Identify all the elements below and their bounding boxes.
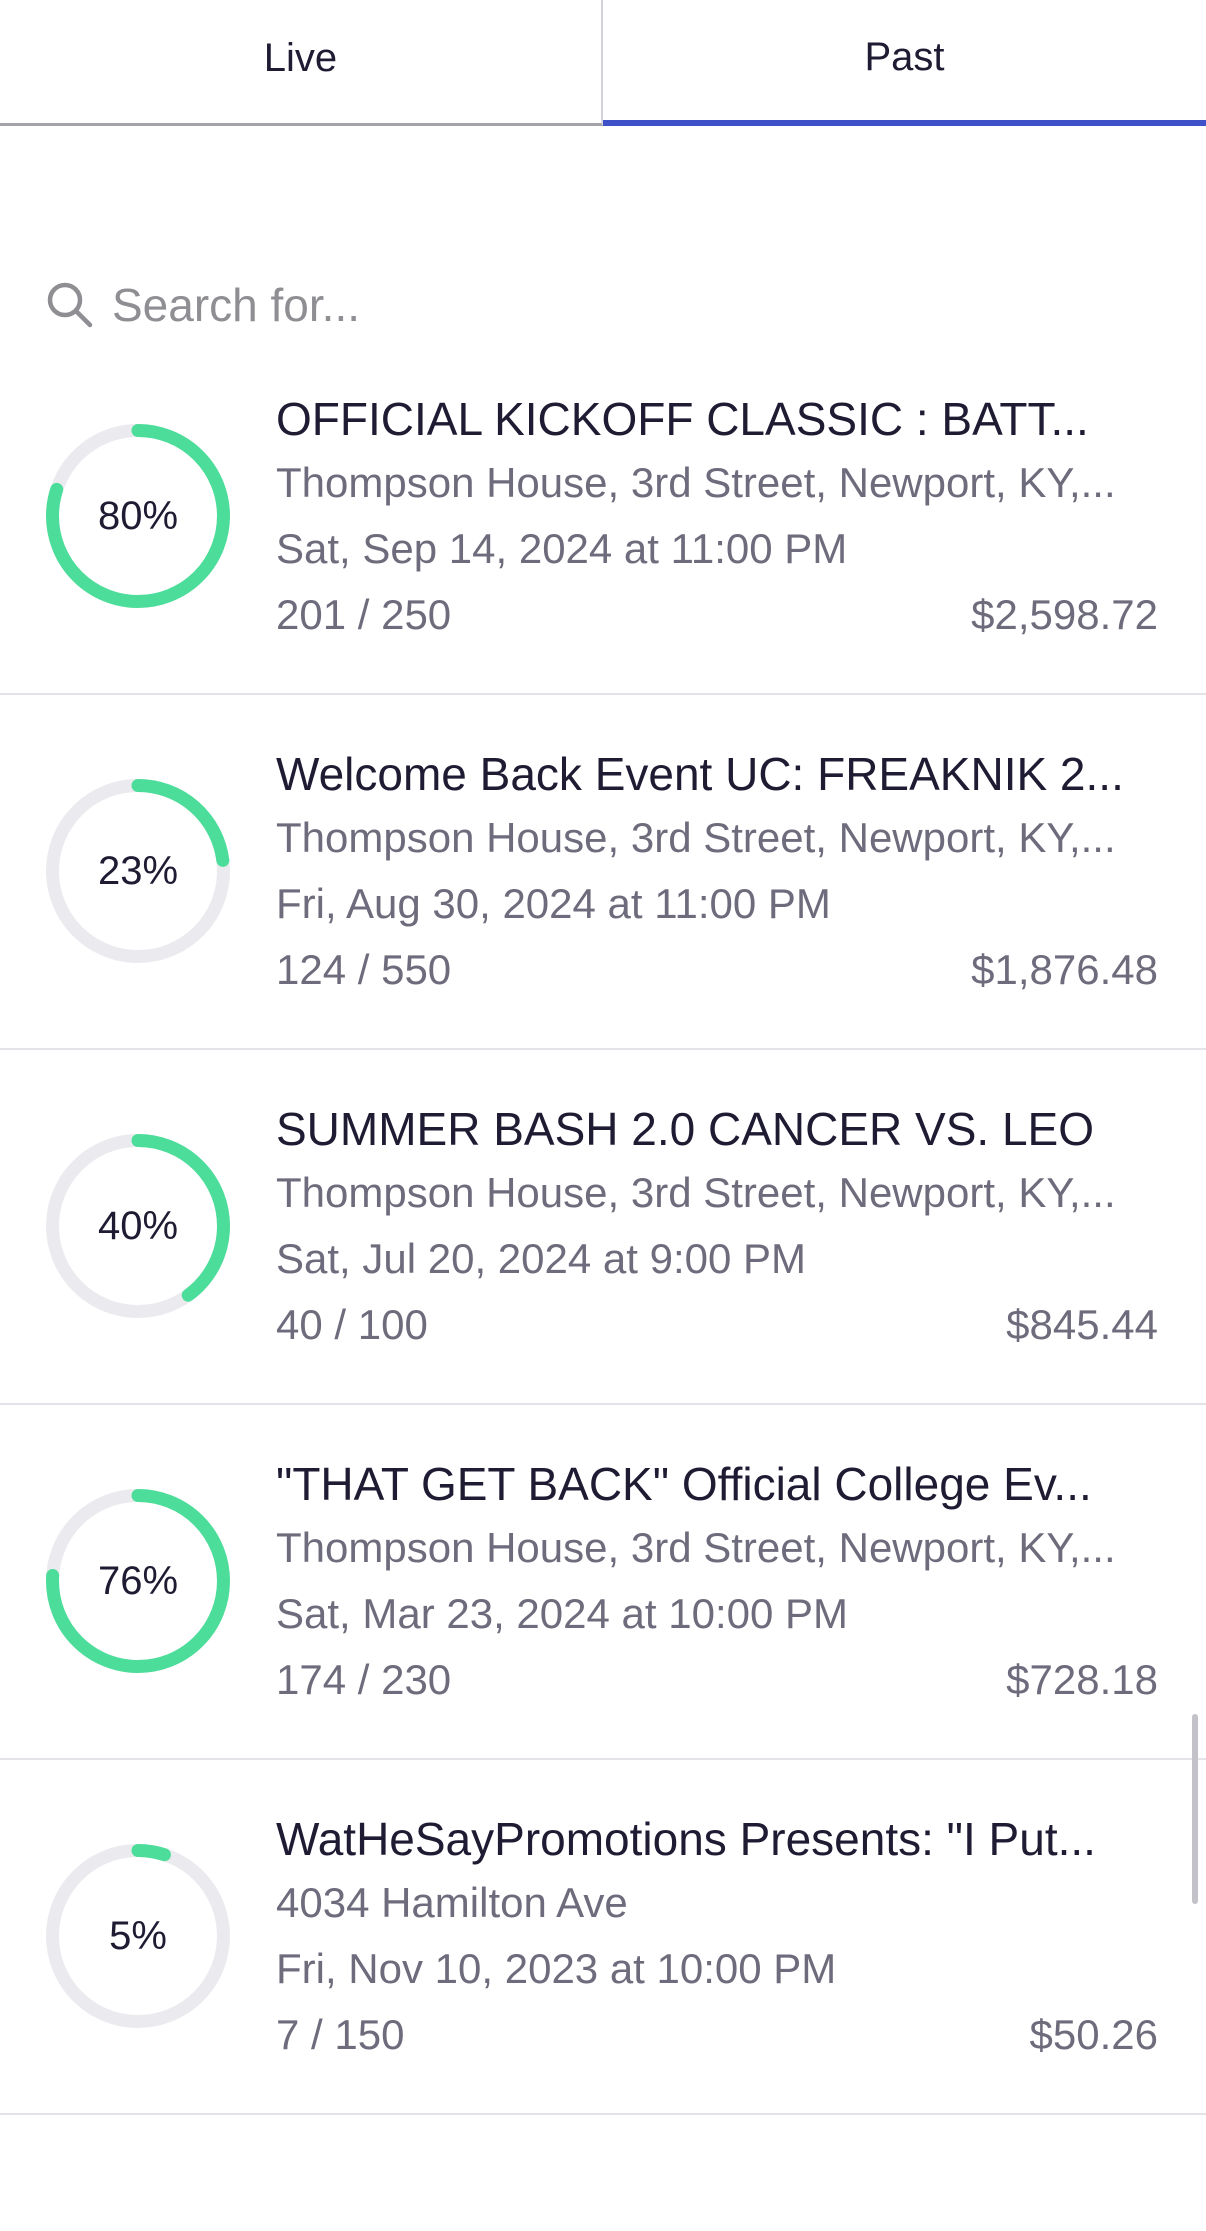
event-tickets-sold: 124 / 550 (276, 946, 452, 993)
event-revenue: $2,598.72 (971, 591, 1158, 638)
tab-bar: Live Past (0, 0, 1206, 126)
progress-ring: 5% (46, 1844, 230, 2028)
progress-ring: 40% (46, 1134, 230, 1318)
event-stats: 124 / 550 $1,876.48 (276, 937, 1158, 1003)
event-row[interactable]: 80% OFFICIAL KICKOFF CLASSIC : BATT... T… (0, 340, 1206, 695)
event-info: SUMMER BASH 2.0 CANCER VS. LEO Thompson … (276, 1098, 1158, 1358)
event-tickets-sold: 201 / 250 (276, 591, 452, 638)
progress-percent: 23% (97, 848, 179, 893)
search-input[interactable] (112, 278, 1012, 332)
event-row[interactable]: 23% Welcome Back Event UC: FREAKNIK 2...… (0, 695, 1206, 1050)
event-info: OFFICIAL KICKOFF CLASSIC : BATT... Thomp… (276, 388, 1158, 648)
event-location: Thompson House, 3rd Street, Newport, KY,… (276, 814, 1116, 861)
progress-ring: 23% (46, 779, 230, 963)
event-stats: 174 / 230 $728.18 (276, 1647, 1158, 1713)
event-datetime: Sat, Jul 20, 2024 at 9:00 PM (276, 1235, 807, 1282)
search-icon (47, 282, 93, 328)
event-datetime: Sat, Mar 23, 2024 at 10:00 PM (276, 1590, 849, 1637)
event-title: SUMMER BASH 2.0 CANCER VS. LEO (276, 1103, 1094, 1155)
tab-past[interactable]: Past (603, 0, 1206, 126)
event-revenue: $728.18 (1006, 1656, 1158, 1703)
progress-percent: 76% (97, 1558, 179, 1603)
event-datetime: Fri, Aug 30, 2024 at 11:00 PM (276, 880, 831, 927)
event-stats: 201 / 250 $2,598.72 (276, 582, 1158, 648)
progress-percent: 80% (97, 493, 179, 538)
event-title: WatHeSayPromotions Presents: "I Put... (276, 1813, 1096, 1865)
event-tickets-sold: 7 / 150 (276, 2011, 405, 2058)
progress-ring: 80% (46, 424, 230, 608)
progress-percent: 5% (109, 1913, 167, 1958)
event-title: Welcome Back Event UC: FREAKNIK 2... (276, 748, 1124, 800)
event-stats: 7 / 150 $50.26 (276, 2002, 1158, 2068)
event-row[interactable]: 40% SUMMER BASH 2.0 CANCER VS. LEO Thomp… (0, 1050, 1206, 1405)
event-location: Thompson House, 3rd Street, Newport, KY,… (276, 1524, 1116, 1571)
event-stats: 40 / 100 $845.44 (276, 1292, 1158, 1358)
event-info: WatHeSayPromotions Presents: "I Put... 4… (276, 1808, 1158, 2068)
event-row[interactable]: 5% WatHeSayPromotions Presents: "I Put..… (0, 1760, 1206, 2115)
event-revenue: $50.26 (1029, 2011, 1158, 2058)
event-location: Thompson House, 3rd Street, Newport, KY,… (276, 459, 1116, 506)
event-location: 4034 Hamilton Ave (276, 1879, 628, 1926)
event-location: Thompson House, 3rd Street, Newport, KY,… (276, 1169, 1116, 1216)
progress-percent: 40% (97, 1203, 179, 1248)
event-datetime: Fri, Nov 10, 2023 at 10:00 PM (276, 1945, 837, 1992)
event-tickets-sold: 174 / 230 (276, 1656, 452, 1703)
event-info: Welcome Back Event UC: FREAKNIK 2... Tho… (276, 743, 1158, 1003)
progress-ring: 76% (46, 1489, 230, 1673)
event-title: OFFICIAL KICKOFF CLASSIC : BATT... (276, 393, 1089, 445)
event-info: "THAT GET BACK" Official College Ev... T… (276, 1453, 1158, 1713)
event-row[interactable]: 76% "THAT GET BACK" Official College Ev.… (0, 1405, 1206, 1760)
scrollbar[interactable] (1192, 1714, 1198, 1904)
search-bar (44, 274, 1164, 336)
event-revenue: $845.44 (1006, 1301, 1158, 1348)
event-revenue: $1,876.48 (971, 946, 1158, 993)
event-title: "THAT GET BACK" Official College Ev... (276, 1458, 1092, 1510)
tab-live[interactable]: Live (0, 0, 603, 126)
event-tickets-sold: 40 / 100 (276, 1301, 428, 1348)
event-datetime: Sat, Sep 14, 2024 at 11:00 PM (276, 525, 848, 572)
event-list: 80% OFFICIAL KICKOFF CLASSIC : BATT... T… (0, 340, 1206, 2115)
